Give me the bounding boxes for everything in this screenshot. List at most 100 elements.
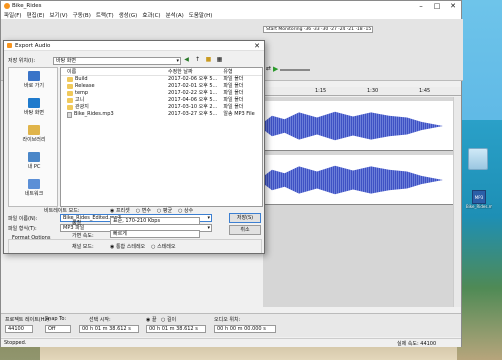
snap-label: Snap To: — [45, 316, 67, 322]
tool-icons[interactable]: ⇄ ▶ — [266, 65, 311, 73]
audio-position-field[interactable]: 00 h 00 m 00.000 s — [214, 325, 276, 333]
desktop-icon-mp3[interactable]: MP3 Bike_Rides.mp3 — [466, 190, 492, 209]
speed-select[interactable]: 빠르게 — [110, 230, 200, 238]
project-rate-label: 프로젝트 레이트(Hz): — [5, 317, 51, 323]
file-date: 2017-03-10 오후 2... — [167, 104, 218, 110]
column-type[interactable]: 유형 — [223, 68, 262, 75]
place-this-pc[interactable]: 내 PC — [9, 152, 59, 170]
close-icon[interactable]: ✕ — [250, 42, 264, 50]
audio-position-label: 오디오 위치: — [214, 317, 241, 323]
list-item[interactable]: temp 2017-02-22 오후 1... 파일 폴더 — [61, 90, 262, 97]
place-desktop[interactable]: 바탕 화면 — [9, 98, 59, 116]
new-folder-icon[interactable]: ■ — [204, 56, 213, 64]
bitrate-mode-label: 비트레이트 모드: — [44, 208, 80, 214]
file-list[interactable]: 이름 수정한 날짜 유형 Build 2017-02-06 오후 5... 파일… — [60, 67, 263, 207]
volume-slider[interactable] — [280, 69, 311, 71]
timeline-ruler[interactable]: 1:15 1:30 1:45 — [263, 87, 461, 96]
desktop-icon — [28, 98, 40, 108]
menu-effect[interactable]: 효과(C) — [142, 11, 160, 19]
monitoring-meter[interactable]: Start Monitoring ·36 ·33 ·30 ·27 ·24 ·21… — [263, 26, 373, 33]
menu-edit[interactable]: 편집(E) — [27, 11, 45, 19]
end-radio[interactable]: ◉ 끝 — [146, 316, 157, 323]
ruler-label: 1:45 — [419, 88, 431, 94]
audacity-icon — [7, 43, 12, 48]
menu-help[interactable]: 도움말(H) — [189, 11, 213, 19]
list-item[interactable]: Build 2017-02-06 오후 5... 파일 폴더 — [61, 76, 262, 83]
place-label: 네트워크 — [24, 191, 44, 197]
up-folder-icon[interactable]: ↑ — [193, 56, 202, 64]
back-icon[interactable]: ◀ — [182, 56, 191, 64]
status-bar: Stopped. 실제 속도: 44100 — [1, 338, 461, 347]
waveform-channel-right[interactable] — [263, 155, 461, 205]
place-network[interactable]: 네트워크 — [9, 179, 59, 197]
list-item[interactable]: Bike_Rides.mp3 2017-03-27 오후 5... 알송 MP3… — [61, 111, 262, 118]
window-titlebar: Bike_Rides – □ ✕ — [1, 1, 461, 11]
vertical-scrollbar[interactable] — [453, 97, 461, 307]
radio-variable[interactable]: ○ 변수 — [136, 207, 151, 214]
audacity-icon — [4, 3, 10, 9]
column-date[interactable]: 수정한 날짜 — [168, 68, 223, 75]
place-libraries[interactable]: 라이브러리 — [9, 125, 59, 143]
selection-start-field[interactable]: 00 h 01 m 38.612 s — [79, 325, 139, 333]
dialog-titlebar: Export Audio ✕ — [4, 41, 264, 51]
project-rate-select[interactable]: 44100 — [5, 325, 33, 333]
close-icon[interactable]: ✕ — [445, 1, 461, 11]
star-icon — [28, 71, 40, 81]
mp3-file-icon: MP3 — [472, 190, 486, 204]
place-quick-access[interactable]: 바로 가기 — [9, 71, 59, 89]
radio-label: 통합 스테레오 — [115, 244, 146, 250]
list-item[interactable]: Release 2017-02-01 오후 5... 파일 폴더 — [61, 83, 262, 90]
menu-analyze[interactable]: 분석(A) — [166, 11, 184, 19]
radio-average[interactable]: ○ 평균 — [157, 207, 172, 214]
play-icon[interactable]: ▶ — [273, 65, 278, 73]
save-button[interactable]: 저장(S) — [229, 213, 261, 223]
cancel-button[interactable]: 취소 — [229, 225, 261, 235]
ruler-label: 1:15 — [315, 88, 327, 94]
radio-joint-stereo[interactable]: ◉ 통합 스테레오 — [110, 243, 145, 250]
radio-preset[interactable]: ◉ 프리셋 — [110, 207, 130, 214]
folder-icon — [67, 91, 73, 96]
file-type: 파일 폴더 — [223, 76, 244, 82]
column-name[interactable]: 이름 — [61, 68, 168, 75]
selection-end-field[interactable]: 00 h 01 m 38.612 s — [146, 325, 206, 333]
menu-transport[interactable]: 구동(B) — [73, 11, 91, 19]
folder-icon — [67, 105, 73, 110]
file-date: 2017-02-06 오후 5... — [167, 76, 218, 82]
snap-select[interactable]: Off — [45, 325, 71, 333]
edit-tool-icon[interactable]: ⇄ — [266, 65, 271, 73]
desktop-icon-mp3-label: Bike_Rides.mp3 — [466, 204, 492, 209]
chevron-down-icon: ▾ — [207, 225, 210, 231]
menu-generate[interactable]: 생성(G) — [119, 11, 138, 19]
file-type: 알송 MP3 File — [223, 111, 255, 117]
list-item[interactable]: 관광지 2017-03-10 오후 2... 파일 폴더 — [61, 104, 262, 111]
length-radio[interactable]: ○ 길이 — [161, 316, 176, 323]
bitrate-mode-radios: ◉ 프리셋 ○ 변수 ○ 평균 ○ 상수 — [110, 207, 193, 214]
quality-select[interactable]: 표준, 170-210 Kbps — [110, 217, 200, 225]
desktop-icon-bin[interactable] — [468, 148, 488, 170]
length-radio-label: 길이 — [166, 317, 177, 323]
view-menu-icon[interactable]: ▦ — [215, 56, 224, 64]
folder-icon — [67, 84, 73, 89]
radio-constant[interactable]: ○ 상수 — [178, 207, 193, 214]
menu-tracks[interactable]: 트랙(T) — [96, 11, 114, 19]
look-in-row: 저장 위치(I): 바탕 화면 ▾ — [8, 56, 181, 65]
minimize-icon[interactable]: – — [413, 1, 429, 11]
file-date: 2017-04-06 오후 5... — [167, 97, 218, 103]
radio-stereo[interactable]: ○ 스테레오 — [151, 243, 175, 250]
track-area[interactable] — [263, 97, 461, 307]
dialog-nav-icons: ◀ ↑ ■ ▦ — [182, 56, 224, 64]
file-name: 고니 — [75, 97, 85, 103]
file-date: 2017-03-27 오후 5... — [167, 111, 218, 117]
library-icon — [28, 125, 40, 135]
menu-view[interactable]: 보기(V) — [49, 11, 67, 19]
waveform-channel-left[interactable] — [263, 101, 461, 151]
window-title: Bike_Rides — [12, 3, 42, 9]
maximize-icon[interactable]: □ — [429, 1, 445, 11]
list-item[interactable]: 고니 2017-04-06 오후 5... 파일 폴더 — [61, 97, 262, 104]
place-label: 바탕 화면 — [24, 110, 44, 116]
file-date: 2017-02-01 오후 5... — [167, 83, 218, 89]
radio-label: 상수 — [184, 208, 194, 214]
menu-file[interactable]: 파일(F) — [4, 11, 22, 19]
look-in-select[interactable]: 바탕 화면 ▾ — [53, 56, 181, 65]
radio-label: 프리셋 — [115, 208, 130, 214]
